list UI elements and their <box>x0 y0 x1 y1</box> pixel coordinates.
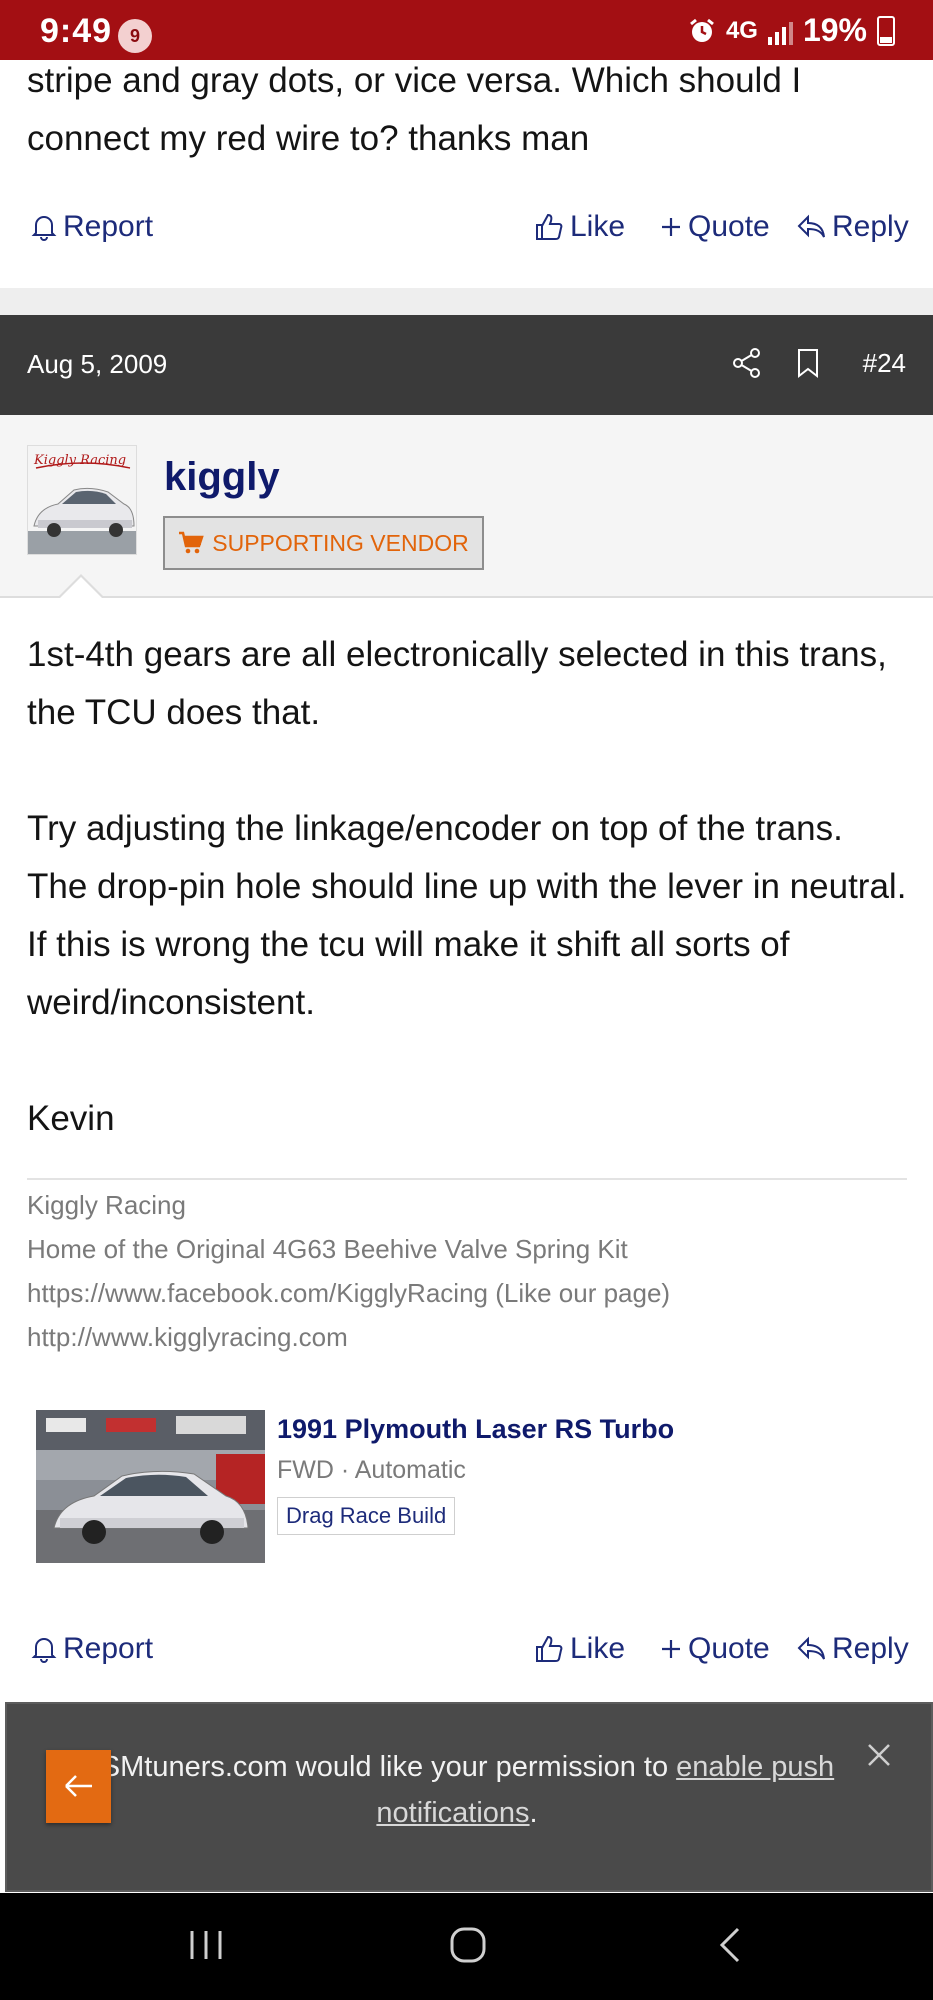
post-signoff: Kevin <box>27 1099 115 1138</box>
quote-button[interactable]: Quote <box>660 210 770 244</box>
avatar[interactable]: Kiggly Racing <box>27 445 137 555</box>
notification-count-badge: 9 <box>118 19 152 53</box>
signature-line: Kiggly Racing <box>27 1190 186 1220</box>
avatar-image: Kiggly Racing <box>28 446 136 554</box>
previous-post-actions: Report Like Quote Reply <box>0 200 933 260</box>
username[interactable]: kiggly <box>164 455 280 500</box>
home-icon[interactable] <box>448 1925 488 1965</box>
car-drivetrain: FWD · Automatic <box>277 1456 466 1484</box>
reply-icon <box>797 1636 825 1660</box>
quote-button[interactable]: Quote <box>660 1632 770 1666</box>
thumbs-up-icon <box>536 1635 563 1662</box>
reply-button[interactable]: Reply <box>796 1632 909 1666</box>
close-icon[interactable] <box>866 1742 892 1768</box>
recent-apps-icon[interactable] <box>186 1925 226 1965</box>
battery-icon <box>877 15 895 46</box>
shopping-cart-icon <box>179 531 204 554</box>
arrow-left-icon <box>65 1775 92 1797</box>
post-paragraph-1: 1st-4th gears are all electronically sel… <box>27 635 887 732</box>
network-type: 4G <box>725 16 758 44</box>
post-header: Aug 5, 2009 #24 <box>0 315 933 415</box>
like-button[interactable]: Like <box>534 210 625 244</box>
status-bar: 9:49 9 4G 19% <box>0 0 933 60</box>
post-separator <box>0 288 933 315</box>
back-to-top-button[interactable] <box>46 1750 111 1823</box>
author-pointer <box>58 574 104 598</box>
post-paragraph-2: Try adjusting the linkage/encoder on top… <box>27 809 907 1022</box>
like-label: Like <box>570 1632 626 1665</box>
system-nav-bar <box>0 1893 933 2000</box>
report-label: Report <box>63 210 154 243</box>
supporting-vendor-label: SUPPORTING VENDOR <box>212 529 469 556</box>
car-build-tag[interactable]: Drag Race Build <box>277 1497 456 1535</box>
previous-post-text: stripe and gray dots, or vice versa. Whi… <box>27 61 802 158</box>
status-indicators: 4G 19% <box>688 12 895 49</box>
status-time: 9:49 <box>40 12 113 50</box>
bookmark-icon[interactable] <box>795 347 821 379</box>
reply-label: Reply <box>832 210 909 243</box>
quote-label: Quote <box>688 210 770 243</box>
push-permission-banner: DSMtuners.com would like your permission… <box>5 1702 933 1892</box>
alarm-icon <box>690 18 714 42</box>
bell-icon <box>31 1638 57 1663</box>
signal-icon <box>767 17 793 45</box>
post-date[interactable]: Aug 5, 2009 <box>27 349 167 380</box>
plus-icon <box>662 1640 680 1658</box>
push-message-end: . <box>529 1797 538 1829</box>
reply-button[interactable]: Reply <box>796 210 909 244</box>
reply-label: Reply <box>832 1632 909 1665</box>
signature-facebook-link[interactable]: https://www.facebook.com/KigglyRacing (L… <box>27 1278 670 1309</box>
battery-percent: 19% <box>802 12 867 48</box>
report-button[interactable]: Report <box>31 210 153 244</box>
push-message-text: DSMtuners.com would like your permission… <box>79 1751 677 1783</box>
post-actions: Report Like Quote Reply <box>0 1622 933 1682</box>
push-permission-message: DSMtuners.com would like your permission… <box>67 1744 847 1836</box>
like-label: Like <box>570 210 626 243</box>
report-button[interactable]: Report <box>31 1632 153 1666</box>
signature-website-link[interactable]: http://www.kigglyracing.com <box>27 1322 348 1353</box>
car-title-link[interactable]: 1991 Plymouth Laser RS Turbo <box>277 1414 674 1445</box>
car-photo-image <box>36 1410 265 1563</box>
post-number[interactable]: #24 <box>863 348 906 379</box>
bell-icon <box>31 216 57 241</box>
like-button[interactable]: Like <box>534 1632 625 1666</box>
quote-label: Quote <box>688 1632 770 1665</box>
report-label: Report <box>63 1632 154 1665</box>
plus-icon <box>662 218 680 236</box>
signature-divider <box>27 1178 907 1180</box>
supporting-vendor-badge[interactable]: SUPPORTING VENDOR <box>163 516 484 570</box>
signature-line: Home of the Original 4G63 Beehive Valve … <box>27 1234 628 1264</box>
reply-icon <box>797 214 825 238</box>
car-photo[interactable] <box>36 1410 265 1563</box>
post-author-block: Kiggly Racing kiggly SUPPORTING VENDOR <box>0 415 933 598</box>
back-icon[interactable] <box>712 1925 752 1965</box>
share-icon[interactable] <box>731 347 763 379</box>
thumbs-up-icon <box>536 213 563 240</box>
